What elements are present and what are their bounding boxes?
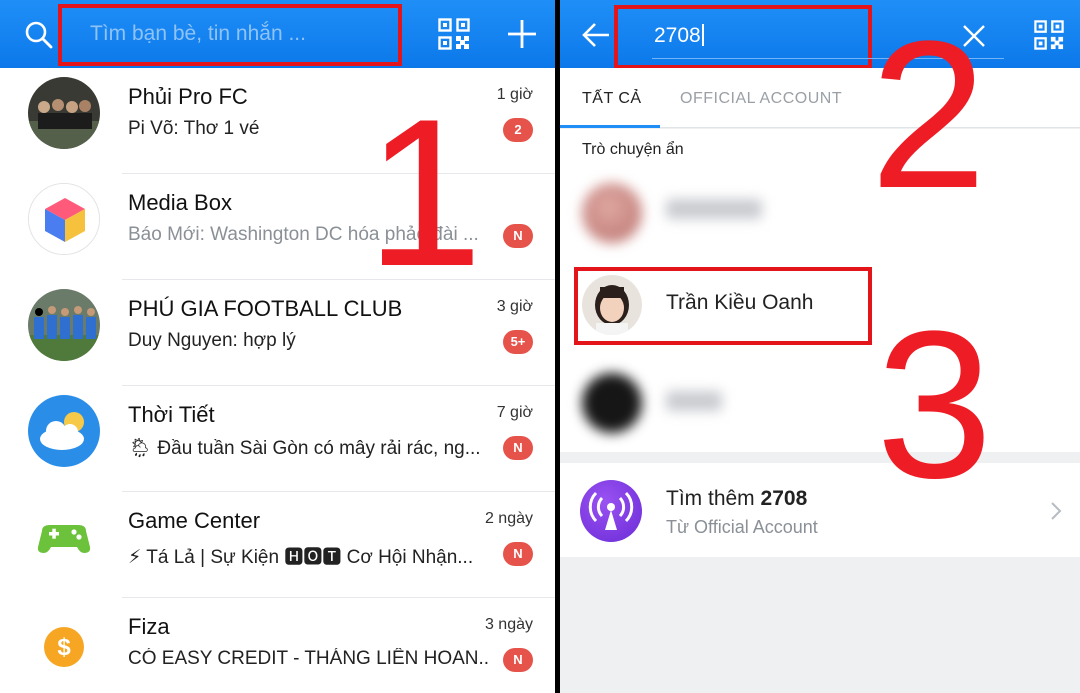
weather-cloud-icon [28,395,100,467]
tab-official-account[interactable]: OFFICIAL ACCOUNT [680,90,842,108]
media-box-logo-icon [28,183,100,255]
find-more-query: 2708 [760,487,808,510]
chat-name: PHÚ GIA FOOTBALL CLUB [128,296,403,321]
chat-preview: Pi Võ: Thơ 1 vé [128,118,260,139]
dollar-coin-icon: $ [28,607,100,679]
blurred-name [666,199,762,219]
unread-badge: 5+ [503,330,533,354]
chat-time: 1 giờ [496,86,533,103]
search-query: 2708 [654,24,701,47]
qr-code-icon[interactable] [1034,20,1064,50]
find-more-title: Tìm thêm 2708 [666,487,807,511]
avatar [28,289,100,361]
blurred-name [666,391,722,411]
result-tabs: TẤT CẢ OFFICIAL ACCOUNT [560,68,1080,128]
search-input[interactable]: 2708 [654,24,704,48]
tab-all[interactable]: TẤT CẢ [582,90,642,108]
chat-preview: CÓ EASY CREDIT - THÁNG LIÊN HOAN... [128,648,490,669]
chat-row-game-center[interactable]: Game Center ⚡ Tá Lả | Sự Kiện 🅷🅾🆃 Cơ Hội… [0,492,555,598]
chevron-right-icon [1051,502,1062,520]
section-label: Trò chuyện ẩn [582,141,684,158]
result-highlight-box [574,267,872,345]
step-number-1: 1 [366,75,483,310]
find-more-subtitle: Từ Official Account [666,517,818,537]
active-tab-indicator [560,125,660,128]
step-number-3: 3 [876,287,993,522]
avatar [28,77,100,149]
text-caret [701,24,704,46]
chat-row-thoi-tiet[interactable]: Thời Tiết 🌦 Đầu tuần Sài Gòn có mây rải … [0,386,555,492]
back-arrow-icon[interactable] [582,22,610,48]
svg-text:$: $ [57,634,71,661]
avatar [582,373,642,433]
chat-time: 3 giờ [496,298,533,315]
avatar [582,183,642,243]
new-badge: N [503,648,533,672]
search-highlight-box [614,5,872,69]
gamepad-icon [28,501,100,573]
chat-name: Game Center [128,508,261,533]
plus-icon[interactable] [506,18,538,50]
qr-code-icon[interactable] [438,18,470,50]
chat-time: 3 ngày [484,616,533,633]
step-number-2: 2 [870,0,987,232]
chat-time: 2 ngày [484,510,533,527]
result-row-hidden-1[interactable] [560,165,1080,261]
chat-list-screen: Tìm bạn bè, tin nhắn ... Phủi Pro FC Pi … [0,0,555,693]
find-more-official-account[interactable]: Tìm thêm 2708 Từ Official Account [560,463,1080,557]
broadcast-icon [580,480,642,542]
chat-time: 7 giờ [496,404,533,421]
result-row-hidden-2[interactable] [560,357,1080,453]
search-input[interactable]: Tìm bạn bè, tin nhắn ... [90,22,306,46]
new-badge: N [503,542,533,566]
chat-name: Phủi Pro FC [128,84,248,109]
unread-badge: 2 [503,118,533,142]
chat-preview: ⚡ Tá Lả | Sự Kiện 🅷🅾🆃 Cơ Hội Nhận... [128,547,474,568]
chat-preview: 🌦 Đầu tuần Sài Gòn có mây rải rác, ng... [128,438,481,459]
find-more-prefix: Tìm thêm [666,487,755,510]
search-icon[interactable] [24,20,54,50]
new-badge: N [503,436,533,460]
chat-name: Thời Tiết [128,402,215,427]
chat-name: Media Box [128,190,232,215]
chat-preview: Duy Nguyen: hợp lý [128,330,296,351]
chat-name: Fiza [128,614,170,639]
chat-row-fiza[interactable]: $ Fiza CÓ EASY CREDIT - THÁNG LIÊN HOAN.… [0,598,555,693]
search-results-screen: 2708 TẤT CẢ OFFICIAL ACCOUNT Trò chuyện … [560,0,1080,693]
new-badge: N [503,224,533,248]
